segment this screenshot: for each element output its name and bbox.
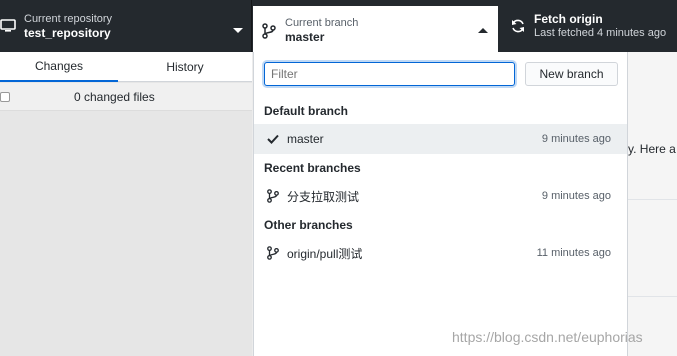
git-branch-icon [262,23,276,39]
fetch-subtitle: Last fetched 4 minutes ago [534,27,667,39]
divider [628,199,677,200]
fetch-origin-button[interactable]: Fetch origin Last fetched 4 minutes ago [500,0,677,52]
git-branch-icon [267,246,279,260]
branch-name: 分支拉取测试 [287,189,360,204]
branch-time: 9 minutes ago [541,190,611,202]
branch-row-master[interactable]: master 9 minutes ago [254,124,627,154]
repository-dropdown-icon [233,28,243,33]
sync-icon [512,19,524,33]
check-icon [267,134,279,144]
new-branch-button[interactable]: New branch [525,62,618,86]
group-header-recent: Recent branches [264,161,361,175]
branch-time: 9 minutes ago [541,133,611,145]
repository-selector[interactable]: Current repository test_repository [0,0,252,52]
repository-name: test_repository [24,26,111,40]
git-branch-icon [267,189,279,203]
tab-changes[interactable]: Changes [0,52,118,82]
changed-files-header: 0 changed files [0,83,252,111]
branch-time: 11 minutes ago [536,247,611,259]
computer-icon [0,19,16,32]
group-header-other: Other branches [264,218,353,232]
repository-caption: Current repository [24,13,113,25]
content-snippet: y. Here a [628,142,676,156]
branch-row-recent[interactable]: 分支拉取测试 9 minutes ago [254,181,627,211]
branch-name: master [285,30,325,44]
branch-name: master [287,132,324,146]
branch-dropdown-icon [478,28,488,33]
changed-files-label: 0 changed files [74,89,155,104]
filter-input[interactable] [264,62,515,86]
tab-bar: Changes History [0,52,252,82]
divider [628,296,677,297]
branch-name: origin/pull测试 [287,246,363,261]
select-all-checkbox[interactable] [0,91,10,102]
branch-caption: Current branch [285,17,359,29]
tab-history[interactable]: History [118,52,252,82]
branch-selector[interactable]: Current branch master [253,6,498,52]
branch-dropdown: New branch Default branch master 9 minut… [253,52,628,356]
fetch-title: Fetch origin [534,12,603,26]
main-content-area [628,52,677,356]
branch-row-origin-pull[interactable]: origin/pull测试 11 minutes ago [254,238,627,268]
changes-panel: Changes History 0 changed files [0,52,252,356]
group-header-default: Default branch [264,104,349,118]
watermark: https://blog.csdn.net/euphorias [452,329,643,345]
